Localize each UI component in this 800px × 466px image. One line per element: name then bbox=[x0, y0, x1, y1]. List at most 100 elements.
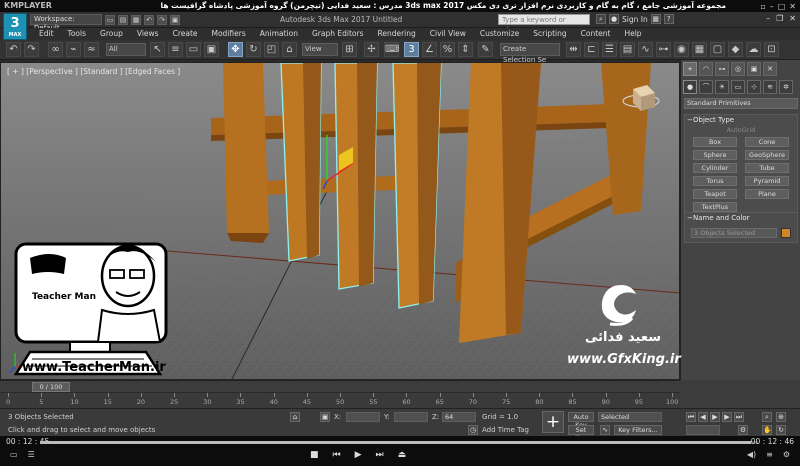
stop-icon[interactable]: ■ bbox=[310, 450, 319, 460]
set-keys-button[interactable]: + bbox=[542, 411, 564, 433]
material-editor-icon[interactable]: ◉ bbox=[674, 42, 689, 57]
time-config-icon[interactable]: ⚙ bbox=[738, 425, 748, 435]
select-rotate-icon[interactable]: ↻ bbox=[246, 42, 261, 57]
track-bar[interactable]: 0 5 10 15 20 25 30 35 40 45 50 55 60 65 70 75 80 85 90 95 10… bbox=[0, 392, 680, 408]
sphere-button[interactable]: Sphere bbox=[693, 150, 737, 160]
geometry-icon[interactable]: ● bbox=[683, 80, 697, 94]
percent-snap-icon[interactable]: % bbox=[440, 42, 455, 57]
mirror-icon[interactable]: ⇹ bbox=[566, 42, 581, 57]
render-setup-icon[interactable]: ▦ bbox=[692, 42, 707, 57]
menu-views[interactable]: Views bbox=[130, 28, 166, 40]
helpers-icon[interactable]: ⊹ bbox=[747, 80, 761, 94]
cylinder-button[interactable]: Cylinder bbox=[693, 163, 737, 173]
redo-icon[interactable]: ↷ bbox=[24, 42, 39, 57]
link-icon[interactable]: ∞ bbox=[48, 42, 63, 57]
name-and-color-header[interactable]: Name and Color bbox=[685, 213, 797, 224]
select-place-icon[interactable]: ⌂ bbox=[282, 42, 297, 57]
geosphere-button[interactable]: GeoSphere bbox=[745, 150, 789, 160]
add-time-tag-button[interactable]: Add Time Tag bbox=[482, 426, 529, 434]
teapot-button[interactable]: Teapot bbox=[693, 189, 737, 199]
settings-icon[interactable]: ⚙ bbox=[783, 450, 790, 459]
menu-create[interactable]: Create bbox=[166, 28, 205, 40]
search-icon[interactable]: ⌕ bbox=[596, 14, 606, 24]
manipulate-icon[interactable]: ✢ bbox=[364, 42, 379, 57]
object-type-header[interactable]: Object Type bbox=[685, 115, 797, 126]
select-scale-icon[interactable]: ◰ bbox=[264, 42, 279, 57]
time-tag-icon[interactable]: ◷ bbox=[468, 425, 478, 435]
equalizer-icon[interactable]: ≡ bbox=[766, 450, 773, 459]
playlist-icon[interactable]: ☰ bbox=[28, 450, 35, 459]
y-coordinate-field[interactable] bbox=[394, 412, 428, 422]
key-filters-button[interactable]: Key Filters... bbox=[614, 425, 662, 435]
key-tangent-icon[interactable]: ∿ bbox=[600, 425, 610, 435]
textplus-button[interactable]: TextPlus bbox=[693, 202, 737, 212]
new-file-icon[interactable]: ▭ bbox=[105, 14, 115, 25]
project-folder-icon[interactable]: ▣ bbox=[170, 14, 180, 25]
ribbon-icon[interactable]: ▤ bbox=[620, 42, 635, 57]
angle-snap-icon[interactable]: ∠ bbox=[422, 42, 437, 57]
play-icon[interactable]: ▶ bbox=[355, 450, 362, 460]
close-icon[interactable]: ✕ bbox=[789, 2, 796, 11]
absolute-mode-icon[interactable]: ▣ bbox=[320, 412, 330, 422]
tube-button[interactable]: Tube bbox=[745, 163, 789, 173]
prev-frame-icon[interactable]: ◀ bbox=[698, 412, 708, 422]
select-move-icon[interactable]: ✥ bbox=[228, 42, 243, 57]
undo-icon[interactable]: ↶ bbox=[6, 42, 21, 57]
menu-content[interactable]: Content bbox=[574, 28, 618, 40]
display-tab-icon[interactable]: ▣ bbox=[747, 62, 761, 76]
window-crossing-icon[interactable]: ▣ bbox=[204, 42, 219, 57]
menu-civil-view[interactable]: Civil View bbox=[423, 28, 473, 40]
cone-button[interactable]: Cone bbox=[745, 137, 789, 147]
app-restore-icon[interactable]: ❐ bbox=[776, 14, 783, 23]
schematic-view-icon[interactable]: ⊶ bbox=[656, 42, 671, 57]
unlink-icon[interactable]: ⌁ bbox=[66, 42, 81, 57]
x-coordinate-field[interactable] bbox=[346, 412, 380, 422]
select-by-name-icon[interactable]: ≡ bbox=[168, 42, 183, 57]
exchange-icon[interactable]: ▦ bbox=[650, 14, 661, 24]
open-file-icon[interactable]: ▤ bbox=[118, 14, 128, 25]
app-close-icon[interactable]: ✕ bbox=[789, 14, 796, 23]
menu-tools[interactable]: Tools bbox=[61, 28, 93, 40]
shapes-icon[interactable]: ⌒ bbox=[699, 80, 713, 94]
menu-scripting[interactable]: Scripting bbox=[526, 28, 573, 40]
menu-graph-editors[interactable]: Graph Editors bbox=[305, 28, 371, 40]
object-color-swatch[interactable] bbox=[781, 227, 791, 238]
app-minimize-icon[interactable]: – bbox=[766, 14, 770, 23]
undo-icon[interactable]: ↶ bbox=[144, 14, 154, 25]
lights-icon[interactable]: ☀ bbox=[715, 80, 729, 94]
next-icon[interactable]: ⏭ bbox=[376, 450, 384, 460]
box-button[interactable]: Box bbox=[693, 137, 737, 147]
search-input[interactable]: Type a keyword or phrase bbox=[498, 14, 590, 34]
menu-customize[interactable]: Customize bbox=[473, 28, 526, 40]
motion-tab-icon[interactable]: ◎ bbox=[731, 62, 745, 76]
object-name-field[interactable]: 3 Objects Selected bbox=[691, 227, 777, 238]
rendered-frame-icon[interactable]: ▢ bbox=[710, 42, 725, 57]
time-slider[interactable]: 0 / 100 bbox=[0, 380, 680, 392]
spinner-snap-icon[interactable]: ⇕ bbox=[458, 42, 473, 57]
named-selection-dropdown[interactable]: Create Selection Se bbox=[500, 43, 560, 64]
spacewarps-icon[interactable]: ≋ bbox=[763, 80, 777, 94]
set-key-button[interactable]: Set Key bbox=[568, 425, 594, 442]
pan-view-icon[interactable]: ✋ bbox=[762, 425, 772, 435]
menu-edit[interactable]: Edit bbox=[32, 28, 61, 40]
volume-icon[interactable]: ◀) bbox=[747, 450, 756, 459]
create-tab-icon[interactable]: + bbox=[683, 62, 697, 76]
time-slider-thumb[interactable]: 0 / 100 bbox=[32, 382, 70, 392]
systems-icon[interactable]: ✲ bbox=[779, 80, 793, 94]
subtitle-icon[interactable]: ▭ bbox=[10, 450, 18, 459]
key-mode-dropdown[interactable]: Selected bbox=[598, 412, 662, 422]
primitive-category-dropdown[interactable]: Standard Primitives bbox=[684, 98, 798, 109]
render-production-icon[interactable]: ◆ bbox=[728, 42, 743, 57]
zoom-all-icon[interactable]: ⊕ bbox=[776, 412, 786, 422]
keyboard-shortcut-icon[interactable]: ⌨ bbox=[384, 42, 399, 57]
hierarchy-tab-icon[interactable]: ⊶ bbox=[715, 62, 729, 76]
selection-region-icon[interactable]: ▭ bbox=[186, 42, 201, 57]
menu-group[interactable]: Group bbox=[93, 28, 130, 40]
a360-icon[interactable]: ⊡ bbox=[764, 42, 779, 57]
auto-key-button[interactable]: Auto Key bbox=[568, 412, 594, 429]
autogrid-checkbox[interactable]: AutoGrid bbox=[685, 126, 797, 135]
viewport-label[interactable]: [ + ] [Perspective ] [Standard ] [Edged … bbox=[7, 67, 180, 76]
pivot-center-icon[interactable]: ⊞ bbox=[342, 42, 357, 57]
eject-icon[interactable]: ⏏ bbox=[398, 450, 407, 460]
z-coordinate-field[interactable]: 64 bbox=[442, 412, 476, 422]
